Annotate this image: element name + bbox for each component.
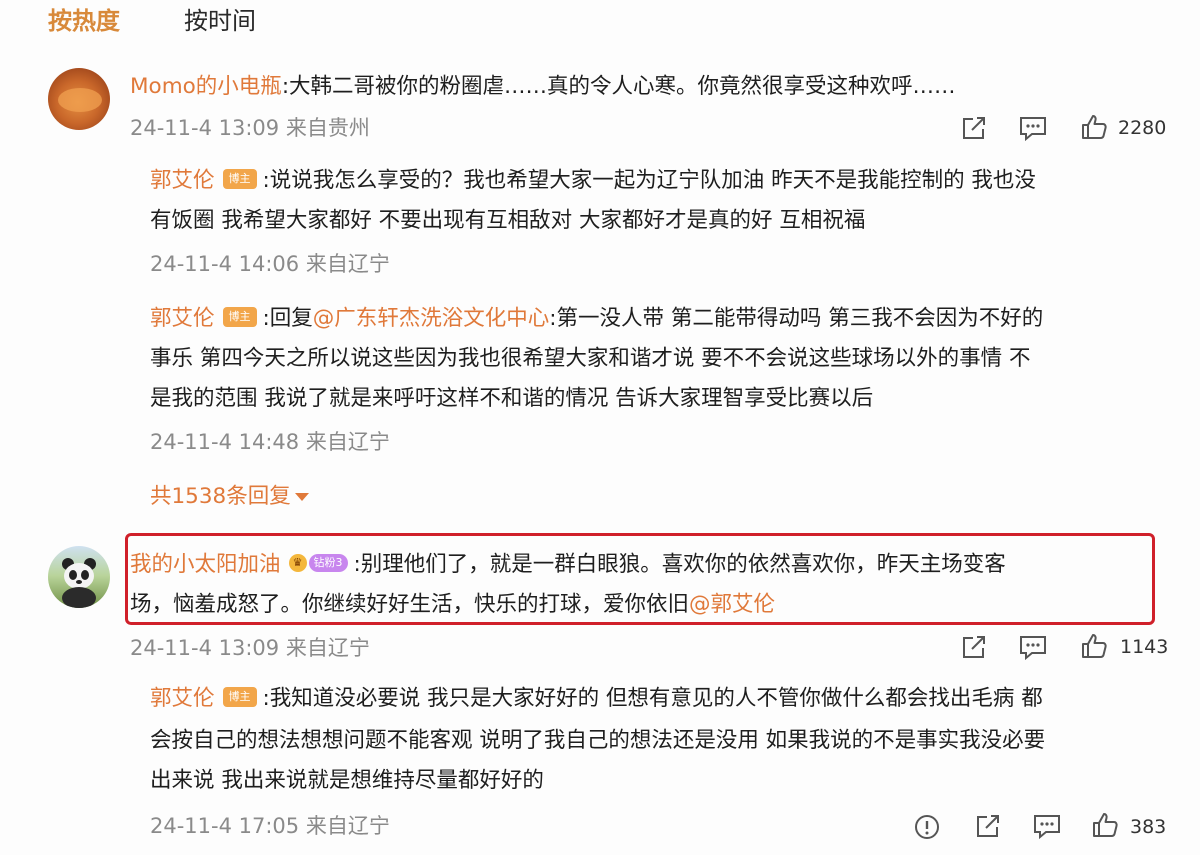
blogger-badge: 博主 <box>222 687 257 707</box>
reply-text-line: 出来说 我出来说就是想维持尽量都好好的 <box>150 768 544 793</box>
reply-text: 郭艾伦 博主:我知道没必要说 我只是大家好好的 但想有意见的人不管你做什么都会找出… <box>150 686 1043 711</box>
reply-text: 郭艾伦 博主:回复@广东轩杰洗浴文化中心:第一没人带 第二能带得动吗 第三我不会因… <box>150 306 1044 331</box>
comment-meta: 24-11-4 13:09 来自辽宁 <box>130 636 370 660</box>
crown-icon: ♛ <box>288 554 307 572</box>
reply-text-line: 有饭圈 我希望大家都好 不要出现有互相敌对 大家都好才是真的好 互相祝福 <box>150 208 866 233</box>
report-icon[interactable] <box>912 812 942 842</box>
like-count: 1143 <box>1120 636 1169 658</box>
reply-meta: 24-11-4 17:05 来自辽宁 <box>150 814 390 838</box>
blogger-badge: 博主 <box>222 169 257 189</box>
mention-link[interactable]: @郭艾伦 <box>689 592 775 617</box>
reply-text: 郭艾伦 博主:说说我怎么享受的？我也希望大家一起为辽宁队加油 昨天不是我能控制的 … <box>150 168 1036 193</box>
share-icon[interactable] <box>958 632 990 662</box>
avatar[interactable] <box>48 68 110 130</box>
fan-level-badge: ♛ 钻粉3 <box>288 553 348 573</box>
comment-icon[interactable] <box>1031 811 1063 841</box>
comment-meta: 24-11-4 13:09 来自贵州 <box>130 116 370 140</box>
more-replies-link[interactable]: 共1538条回复 <box>150 482 309 512</box>
tab-sort-by-time[interactable]: 按时间 <box>184 4 256 38</box>
like-icon[interactable] <box>1089 809 1121 841</box>
like-icon[interactable] <box>1078 630 1110 662</box>
comment-text: 我的小太阳加油 ♛ 钻粉3:别理他们了，就是一群白眼狼。喜欢你的依然喜欢你，昨天主场… <box>130 552 1006 577</box>
comment-text: Momo的小电瓶:大韩二哥被你的粉圈虐……真的令人心寒。你竟然很享受这种欢呼…… <box>130 74 956 99</box>
reply-meta: 24-11-4 14:48 来自辽宁 <box>150 430 390 454</box>
tab-sort-by-hot[interactable]: 按热度 <box>48 4 120 38</box>
username-link[interactable]: 郭艾伦 <box>150 168 215 193</box>
mention-link[interactable]: @广东轩杰洗浴文化中心 <box>313 306 550 331</box>
comment-text-line: 场，恼羞成怒了。你继续好好生活，快乐的打球，爱你依旧@郭艾伦 <box>130 592 776 617</box>
avatar[interactable] <box>48 546 110 608</box>
username-link[interactable]: Momo的小电瓶 <box>130 74 282 99</box>
caret-down-icon <box>294 493 309 501</box>
share-icon[interactable] <box>958 113 990 143</box>
username-link[interactable]: 郭艾伦 <box>150 686 215 711</box>
username-link[interactable]: 郭艾伦 <box>150 306 215 331</box>
blogger-badge: 博主 <box>222 307 257 327</box>
comment-icon[interactable] <box>1017 632 1049 662</box>
comment-icon[interactable] <box>1017 113 1049 143</box>
like-icon[interactable] <box>1078 111 1110 143</box>
reply-text-line: 会按自己的想法想想问题不能客观 说明了我自己的想法还是没用 如果我说的不是事实我… <box>150 728 1046 753</box>
reply-text-line: 是我的范围 我说了就是来呼吁这样不和谐的情况 告诉大家理智享受比赛以后 <box>150 386 874 411</box>
username-link[interactable]: 我的小太阳加油 <box>130 552 281 577</box>
like-count: 383 <box>1130 816 1167 838</box>
share-icon[interactable] <box>972 811 1004 841</box>
reply-text-line: 事乐 第四今天之所以说这些因为我也很希望大家和谐才说 要不不会说这些球场以外的事… <box>150 346 1031 371</box>
reply-meta: 24-11-4 14:06 来自辽宁 <box>150 252 390 276</box>
like-count: 2280 <box>1118 117 1167 139</box>
